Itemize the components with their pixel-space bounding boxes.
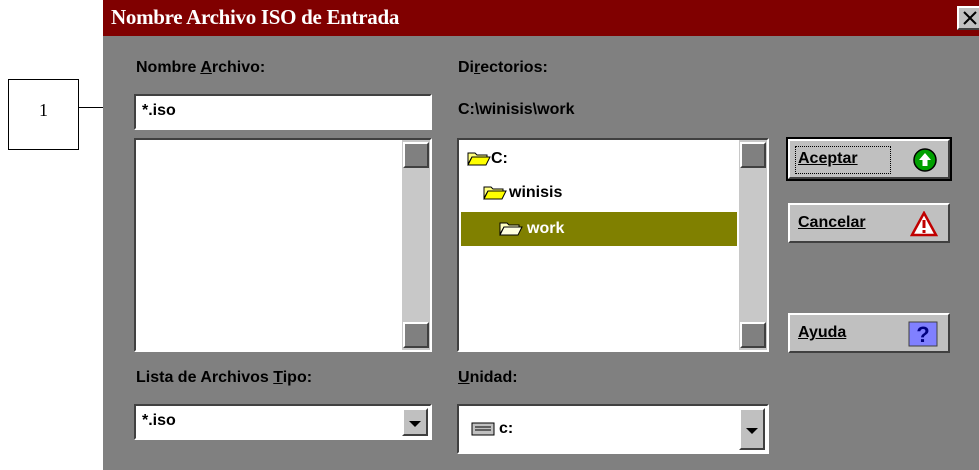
file-type-value: *.iso [142,412,176,429]
cancel-label: Cancelar [798,214,866,231]
close-icon [963,11,977,25]
file-type-select[interactable]: *.iso [134,404,432,440]
directory-listbox[interactable]: C: winisis work [457,138,769,352]
file-type-label: Lista de Archivos Tipo: [136,369,313,386]
drive-value: c: [499,420,514,437]
chevron-down-icon [409,421,421,427]
dialog-title: Nombre Archivo ISO de Entrada [111,5,400,29]
dir-item-c[interactable]: C: [461,142,737,176]
annotation-box: 1 [8,79,79,150]
svg-text:?: ? [916,322,929,347]
dir-item-work[interactable]: work [461,212,737,246]
drive-dropdown-button[interactable] [739,408,765,450]
file-listbox[interactable] [134,138,432,352]
title-bar: Nombre Archivo ISO de Entrada [103,0,979,36]
open-folder-icon [483,186,507,200]
filename-input[interactable]: *.iso [134,94,432,130]
dir-item-winisis[interactable]: winisis [461,176,737,210]
drive-icon [471,422,495,436]
open-folder-icon [467,152,491,166]
chevron-down-icon [746,428,758,434]
filename-label: Nombre Archivo: [136,59,266,76]
accept-label: Aceptar [798,150,858,167]
file-type-dropdown-button[interactable] [402,408,428,436]
question-mark-icon: ? [908,321,938,347]
green-up-arrow-icon [913,148,937,172]
file-list-scrollbar[interactable] [402,140,430,350]
filename-value: *.iso [142,102,176,119]
help-label: Ayuda [798,324,847,341]
open-folder-icon [499,222,523,236]
directory-list-scrollbar[interactable] [739,140,767,350]
current-path: C:\winisis\work [458,101,575,118]
drive-select[interactable]: c: [457,404,769,454]
scroll-up-button[interactable] [403,142,429,168]
accept-button[interactable]: Aceptar [786,137,952,181]
directories-label: Directorios: [458,59,548,76]
scroll-up-button[interactable] [740,142,766,168]
scroll-down-button[interactable] [740,322,766,348]
scroll-down-button[interactable] [403,322,429,348]
help-button[interactable]: Ayuda ? [788,313,950,353]
warning-triangle-icon [910,211,938,237]
close-button[interactable] [957,6,979,30]
drive-label: Unidad: [458,369,518,386]
annotation-number: 1 [39,100,48,120]
file-open-dialog: Nombre Archivo ISO de Entrada Nombre Arc… [103,0,979,470]
cancel-button[interactable]: Cancelar [788,203,950,243]
